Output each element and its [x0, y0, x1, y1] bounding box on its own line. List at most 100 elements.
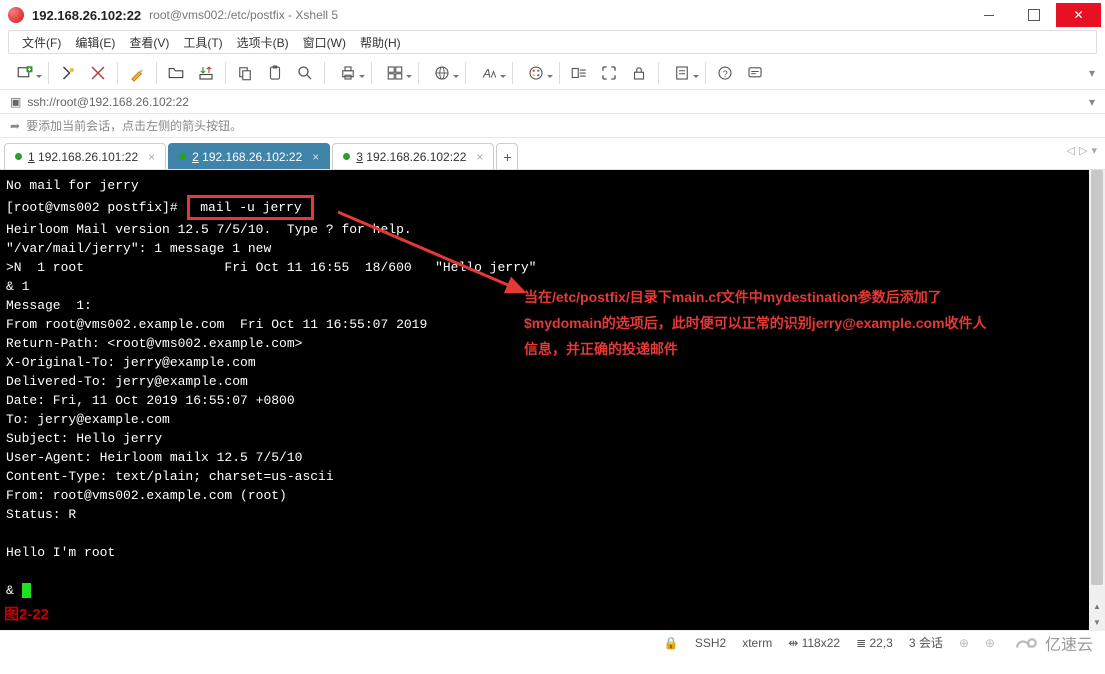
- minimize-button[interactable]: [966, 3, 1011, 27]
- tab-nav-arrows: ◁ ▷ ▾: [1067, 144, 1097, 157]
- title-path: root@vms002:/etc/postfix - Xshell 5: [149, 8, 338, 22]
- annotation-text: 当在/etc/postfix/目录下main.cf文件中mydestinatio…: [524, 284, 994, 362]
- window-controls: [966, 3, 1101, 27]
- status-dot-icon: [343, 153, 350, 160]
- color-scheme-button[interactable]: [517, 59, 555, 87]
- terminal-line: Subject: Hello jerry: [6, 429, 1099, 448]
- size-icon: ⇹: [788, 636, 798, 650]
- scroll-up-icon[interactable]: ▲: [1089, 598, 1105, 614]
- tab-close-icon[interactable]: ×: [312, 150, 319, 164]
- status-proto: SSH2: [695, 636, 726, 650]
- terminal-line: No mail for jerry: [6, 176, 1099, 195]
- new-session-button[interactable]: [6, 59, 44, 87]
- address-dropdown-icon[interactable]: ▾: [1089, 95, 1095, 109]
- script-button[interactable]: [663, 59, 701, 87]
- pos-icon: ≣: [856, 636, 866, 650]
- tab-prev-icon[interactable]: ◁: [1067, 144, 1075, 157]
- compose-button[interactable]: [740, 59, 770, 87]
- terminal-line: Content-Type: text/plain; charset=us-asc…: [6, 467, 1099, 486]
- terminal-line: [6, 524, 1099, 543]
- transfer-button[interactable]: [191, 59, 221, 87]
- titlebar: 192.168.26.102:22 root@vms002:/etc/postf…: [0, 0, 1105, 30]
- tab-close-icon[interactable]: ×: [148, 150, 155, 164]
- terminal-line: From: root@vms002.example.com (root): [6, 486, 1099, 505]
- toolbar: A ? ▾: [0, 56, 1105, 90]
- address-url[interactable]: ssh://root@192.168.26.102:22: [27, 95, 189, 109]
- brand-logo: 亿速云: [1011, 631, 1093, 655]
- address-bar: ▣ ssh://root@192.168.26.102:22 ▾: [0, 90, 1105, 114]
- terminal-line: "/var/mail/jerry": 1 message 1 new: [6, 239, 1099, 258]
- highlighted-command: mail -u jerry: [187, 195, 314, 220]
- tab-next-icon[interactable]: ▷: [1079, 144, 1087, 157]
- open-button[interactable]: [161, 59, 191, 87]
- tab-strip: 1 192.168.26.101:22 × 2 192.168.26.102:2…: [0, 138, 1105, 170]
- status-pos: 22,3: [869, 636, 892, 650]
- terminal-line: [root@vms002 postfix]# mail -u jerry: [6, 195, 1099, 220]
- terminal-line: Hello I'm root: [6, 543, 1099, 562]
- lock-icon: 🔒: [664, 636, 679, 650]
- hint-arrow-icon[interactable]: ➦: [10, 119, 20, 133]
- reconnect-button[interactable]: [53, 59, 83, 87]
- paste-button[interactable]: [260, 59, 290, 87]
- layout-button[interactable]: [376, 59, 414, 87]
- title-ip: 192.168.26.102:22: [32, 8, 141, 23]
- status-dot-icon: [179, 153, 186, 160]
- terminal-line: [6, 562, 1099, 581]
- menu-edit[interactable]: 编辑(E): [68, 32, 122, 53]
- status-bar: 🔒 SSH2 xterm ⇹ 118x22 ≣ 22,3 3 会话 ⊕ ⊕ 亿速…: [0, 630, 1105, 654]
- scroll-thumb[interactable]: [1091, 170, 1103, 585]
- scrollbar[interactable]: ▲ ▼: [1089, 170, 1105, 630]
- session-mgr-button[interactable]: [564, 59, 594, 87]
- fullscreen-button[interactable]: [594, 59, 624, 87]
- xshell-app-icon: [8, 7, 24, 23]
- toolbar-overflow-icon[interactable]: ▾: [1089, 66, 1095, 80]
- status-sessions: 3 会话: [909, 634, 943, 651]
- status-term-type: xterm: [742, 636, 772, 650]
- terminal-cursor: [22, 583, 31, 598]
- hint-bar: ➦ 要添加当前会话，点击左侧的箭头按钮。: [0, 114, 1105, 138]
- svg-text:?: ?: [723, 68, 728, 78]
- tab-3[interactable]: 3 192.168.26.102:22 ×: [332, 143, 494, 169]
- menu-tools[interactable]: 工具(T): [176, 32, 229, 53]
- tab-add-button[interactable]: +: [496, 143, 518, 169]
- print-button[interactable]: [329, 59, 367, 87]
- menu-file[interactable]: 文件(F): [15, 32, 68, 53]
- terminal-line: Heirloom Mail version 12.5 7/5/10. Type …: [6, 220, 1099, 239]
- terminal-line: >N 1 root Fri Oct 11 16:55 18/600 "Hello…: [6, 258, 1099, 277]
- menu-window[interactable]: 窗口(W): [296, 32, 353, 53]
- menubar: 文件(F) 编辑(E) 查看(V) 工具(T) 选项卡(B) 窗口(W) 帮助(…: [8, 30, 1097, 54]
- terminal-line: To: jerry@example.com: [6, 410, 1099, 429]
- tab-1[interactable]: 1 192.168.26.101:22 ×: [4, 143, 166, 169]
- terminal-line: Delivered-To: jerry@example.com: [6, 372, 1099, 391]
- tab-close-icon[interactable]: ×: [476, 150, 483, 164]
- terminal-line: &: [6, 581, 1099, 600]
- terminal[interactable]: No mail for jerry[root@vms002 postfix]# …: [0, 170, 1105, 630]
- figure-label: 图2-22: [4, 603, 49, 624]
- terminal-line: Date: Fri, 11 Oct 2019 16:55:07 +0800: [6, 391, 1099, 410]
- hint-text: 要添加当前会话，点击左侧的箭头按钮。: [26, 117, 242, 134]
- menu-help[interactable]: 帮助(H): [353, 32, 408, 53]
- scroll-down-icon[interactable]: ▼: [1089, 614, 1105, 630]
- lock-button[interactable]: [624, 59, 654, 87]
- find-button[interactable]: [290, 59, 320, 87]
- close-button[interactable]: [1056, 3, 1101, 27]
- status-dot-icon: [15, 153, 22, 160]
- font-button[interactable]: A: [470, 59, 508, 87]
- menu-view[interactable]: 查看(V): [122, 32, 176, 53]
- svg-text:A: A: [482, 66, 491, 80]
- status-size: 118x22: [802, 636, 840, 650]
- copy-button[interactable]: [230, 59, 260, 87]
- caps-icon: ⊕: [959, 636, 969, 650]
- address-icon: ▣: [10, 95, 21, 109]
- menu-tabs[interactable]: 选项卡(B): [230, 32, 296, 53]
- maximize-button[interactable]: [1011, 3, 1056, 27]
- terminal-wrap: No mail for jerry[root@vms002 postfix]# …: [0, 170, 1105, 630]
- tab-2-active[interactable]: 2 192.168.26.102:22 ×: [168, 143, 330, 169]
- properties-button[interactable]: [122, 59, 152, 87]
- help-button[interactable]: ?: [710, 59, 740, 87]
- num-icon: ⊕: [985, 636, 995, 650]
- terminal-line: User-Agent: Heirloom mailx 12.5 7/5/10: [6, 448, 1099, 467]
- terminal-line: Status: R: [6, 505, 1099, 524]
- disconnect-button[interactable]: [83, 59, 113, 87]
- encoding-button[interactable]: [423, 59, 461, 87]
